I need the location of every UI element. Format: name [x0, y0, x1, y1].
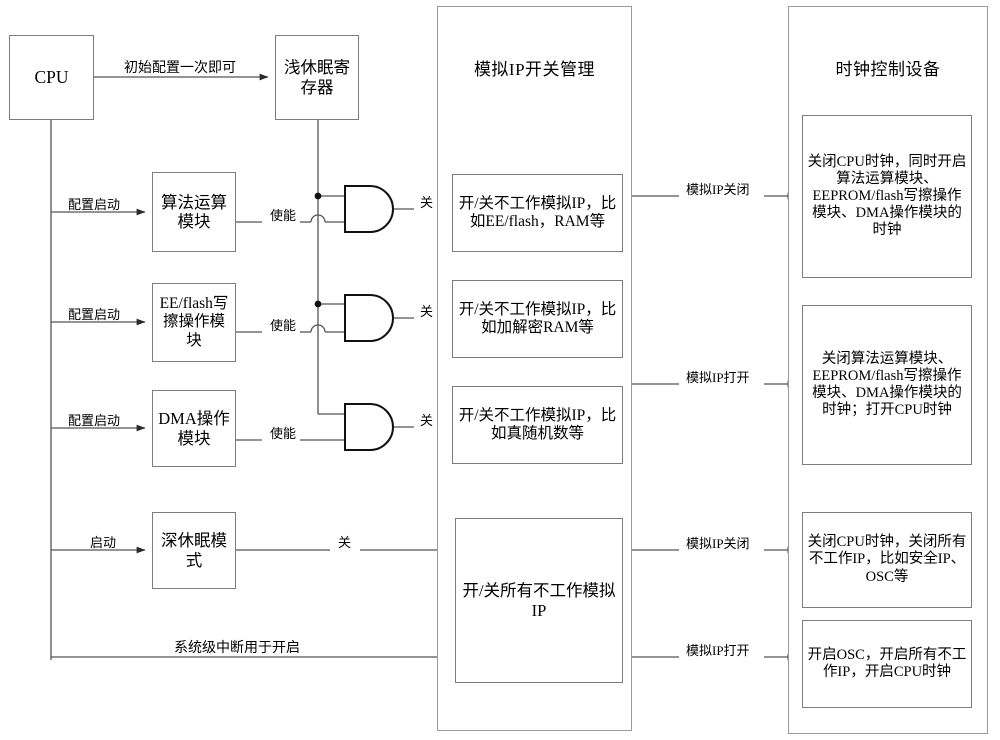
block-clock-action-2-label: 关闭算法运算模块、EEPROM/flash写擦操作模块、DMA操作模块的时钟；打…: [812, 350, 962, 419]
wire-label-gate-out-1: 关: [418, 195, 436, 210]
block-switch-all-idle-ip[interactable]: 开/关所有不工作模拟IP: [455, 518, 623, 683]
wire-label-ip-close-1: 模拟IP关闭: [684, 182, 752, 197]
block-clock-action-4[interactable]: 开启OSC，开启所有不工作IP，开启CPU时钟: [802, 620, 972, 708]
and-gate-group: [344, 185, 394, 451]
block-switch-trng[interactable]: 开/关不工作模拟IP，比如真随机数等: [452, 386, 623, 464]
block-switch-all-idle-ip-label: 开/关所有不工作模拟IP: [462, 581, 616, 620]
block-shallow-sleep-register[interactable]: 浅休眠寄存器: [275, 35, 359, 120]
block-clock-action-1-label: 关闭CPU时钟，同时开启算法运算模块、EEPROM/flash写擦操作模块、DM…: [807, 153, 967, 239]
block-clock-action-2[interactable]: 关闭算法运算模块、EEPROM/flash写擦操作模块、DMA操作模块的时钟；打…: [802, 305, 972, 465]
block-deep-sleep-mode-label: 深休眠模式: [161, 531, 227, 570]
block-ee-flash-module-label: EE/flash写擦操作模块: [159, 295, 229, 349]
and-gate-3: [344, 403, 394, 451]
container-title-analog-ip: 模拟IP开关管理: [473, 60, 596, 79]
block-switch-ee-flash-ram-label: 开/关不工作模拟IP，比如EE/flash，RAM等: [458, 194, 617, 230]
junction-dot-1: [314, 192, 322, 200]
block-dma-module[interactable]: DMA操作模块: [152, 390, 236, 467]
block-clock-action-4-label: 开启OSC，开启所有不工作IP，开启CPU时钟: [807, 646, 967, 680]
wire-label-ip-open-1: 模拟IP打开: [684, 370, 752, 385]
wire-label-deep-off: 关: [336, 535, 354, 550]
block-cpu[interactable]: CPU: [9, 35, 94, 120]
block-algorithm-module-label: 算法运算模块: [161, 192, 227, 231]
block-switch-ee-flash-ram[interactable]: 开/关不工作模拟IP，比如EE/flash，RAM等: [452, 174, 623, 252]
block-switch-crypto-ram-label: 开/关不工作模拟IP，比如加解密RAM等: [458, 300, 617, 336]
wire-label-config-start-1: 配置启动: [66, 197, 123, 212]
block-clock-action-3[interactable]: 关闭CPU时钟，关闭所有不工作IP，比如安全IP、OSC等: [802, 512, 972, 608]
wire-label-init-config: 初始配置一次即可: [122, 61, 238, 76]
block-dma-module-label: DMA操作模块: [158, 409, 230, 448]
wire-label-ip-close-2: 模拟IP关闭: [684, 536, 752, 551]
wire-label-enable-2: 使能: [268, 318, 299, 333]
wire-label-start: 启动: [88, 535, 119, 550]
wire-label-config-start-2: 配置启动: [66, 307, 123, 322]
wire-label-enable-1: 使能: [268, 208, 299, 223]
wire-label-enable-3: 使能: [268, 426, 299, 441]
block-ee-flash-module[interactable]: EE/flash写擦操作模块: [152, 283, 236, 362]
and-gate-2: [344, 294, 394, 342]
wire-label-ip-open-2: 模拟IP打开: [684, 643, 752, 658]
wire-label-gate-out-3: 关: [418, 413, 436, 428]
block-shallow-sleep-register-label: 浅休眠寄存器: [284, 58, 350, 97]
block-switch-trng-label: 开/关不工作模拟IP，比如真随机数等: [458, 406, 617, 442]
wire-label-config-start-3: 配置启动: [66, 413, 123, 428]
block-clock-action-3-label: 关闭CPU时钟，关闭所有不工作IP，比如安全IP、OSC等: [807, 534, 967, 585]
container-title-clock-control: 时钟控制设备: [835, 60, 941, 79]
and-gate-1: [344, 185, 394, 233]
wire-label-system-interrupt: 系统级中断用于开启: [172, 641, 302, 656]
block-algorithm-module[interactable]: 算法运算模块: [152, 172, 236, 252]
block-deep-sleep-mode[interactable]: 深休眠模式: [152, 512, 236, 589]
block-clock-action-1[interactable]: 关闭CPU时钟，同时开启算法运算模块、EEPROM/flash写擦操作模块、DM…: [802, 115, 972, 278]
wire-label-gate-out-2: 关: [418, 304, 436, 319]
block-cpu-label: CPU: [34, 67, 69, 88]
junction-dot-2: [314, 300, 322, 308]
diagram-canvas: 模拟IP开关管理 时钟控制设备 CPU 浅休眠寄存器 算法运算模块 EE/fla…: [0, 0, 1000, 740]
block-switch-crypto-ram[interactable]: 开/关不工作模拟IP，比如加解密RAM等: [452, 280, 623, 358]
